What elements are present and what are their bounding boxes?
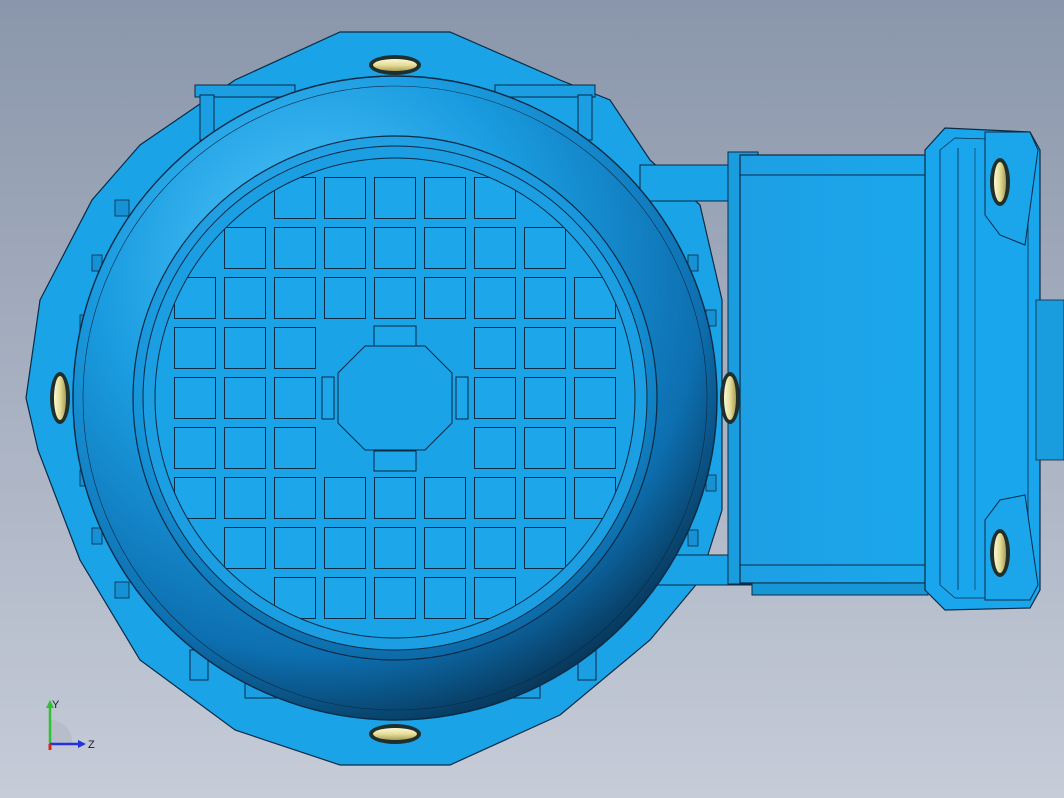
grille-vent-cell <box>224 427 266 469</box>
terminal-bolt-top <box>990 158 1010 206</box>
grille-vent-cell <box>374 177 416 219</box>
grille-vent-cell <box>424 177 466 219</box>
grille-vent-cell <box>474 327 516 369</box>
grille-vent-cell <box>524 427 566 469</box>
grille-vent-cell <box>524 277 566 319</box>
grille-vent-cell <box>274 227 316 269</box>
grille-vent-cell <box>424 527 466 569</box>
cad-viewport[interactable]: Y Z <box>0 0 1064 798</box>
grille-vent-cell <box>274 377 316 419</box>
grille-vent-cell <box>524 327 566 369</box>
terminal-box <box>727 127 1064 611</box>
grille-vent-cell <box>374 527 416 569</box>
grille-vent-cell <box>274 327 316 369</box>
grille-vent-cell <box>324 477 366 519</box>
y-axis-label: Y <box>52 700 60 711</box>
grille-vent-cell <box>374 277 416 319</box>
grille-vent-cell <box>274 427 316 469</box>
grille-vent-cell <box>524 527 566 569</box>
grille-vent-cell <box>424 277 466 319</box>
bolt-left <box>50 372 70 424</box>
grille-vent-cell <box>274 527 316 569</box>
grille-vent-cell <box>574 427 616 469</box>
grille-vent-cell <box>324 227 366 269</box>
grille-vent-cell <box>424 227 466 269</box>
grille-vent-cell <box>324 277 366 319</box>
fan-grille <box>155 158 635 638</box>
grille-vent-cell <box>174 377 216 419</box>
grille-vent-cell <box>224 277 266 319</box>
grille-vent-cell <box>474 227 516 269</box>
grille-vent-cell <box>324 177 366 219</box>
grille-vent-cell <box>474 277 516 319</box>
bolt-right <box>720 372 740 424</box>
grille-vent-cell <box>424 477 466 519</box>
grille-vent-cell <box>274 477 316 519</box>
grille-vent-cell <box>474 427 516 469</box>
grille-vent-cell <box>574 327 616 369</box>
grille-vent-cell <box>524 227 566 269</box>
motor-model-view[interactable] <box>0 0 1064 798</box>
grille-vent-cell <box>474 477 516 519</box>
grille-vent-cell <box>274 277 316 319</box>
grille-vent-cell <box>524 477 566 519</box>
grille-vent-cell <box>474 527 516 569</box>
grille-vent-cell <box>324 527 366 569</box>
grille-vent-cell <box>524 377 566 419</box>
grille-vent-cell <box>324 577 366 619</box>
bolt-bottom <box>369 724 421 744</box>
grille-vent-cell <box>174 427 216 469</box>
grille-vent-cell <box>224 327 266 369</box>
z-axis-label: Z <box>88 739 95 751</box>
grille-vent-cell <box>374 227 416 269</box>
grille-hub <box>337 345 453 451</box>
grille-vent-cell <box>474 377 516 419</box>
grille-vent-cell <box>174 327 216 369</box>
grille-vent-cell <box>374 577 416 619</box>
grille-vent-cell <box>224 227 266 269</box>
grille-vent-cell <box>224 377 266 419</box>
grille-vent-cell <box>374 477 416 519</box>
grille-vent-cell <box>224 527 266 569</box>
grille-vent-cell <box>574 377 616 419</box>
grille-vent-cell <box>224 477 266 519</box>
terminal-bolt-bottom <box>990 529 1010 577</box>
bolt-top <box>369 55 421 75</box>
coordinate-triad: Y Z <box>46 700 95 751</box>
grille-vent-cell <box>424 577 466 619</box>
